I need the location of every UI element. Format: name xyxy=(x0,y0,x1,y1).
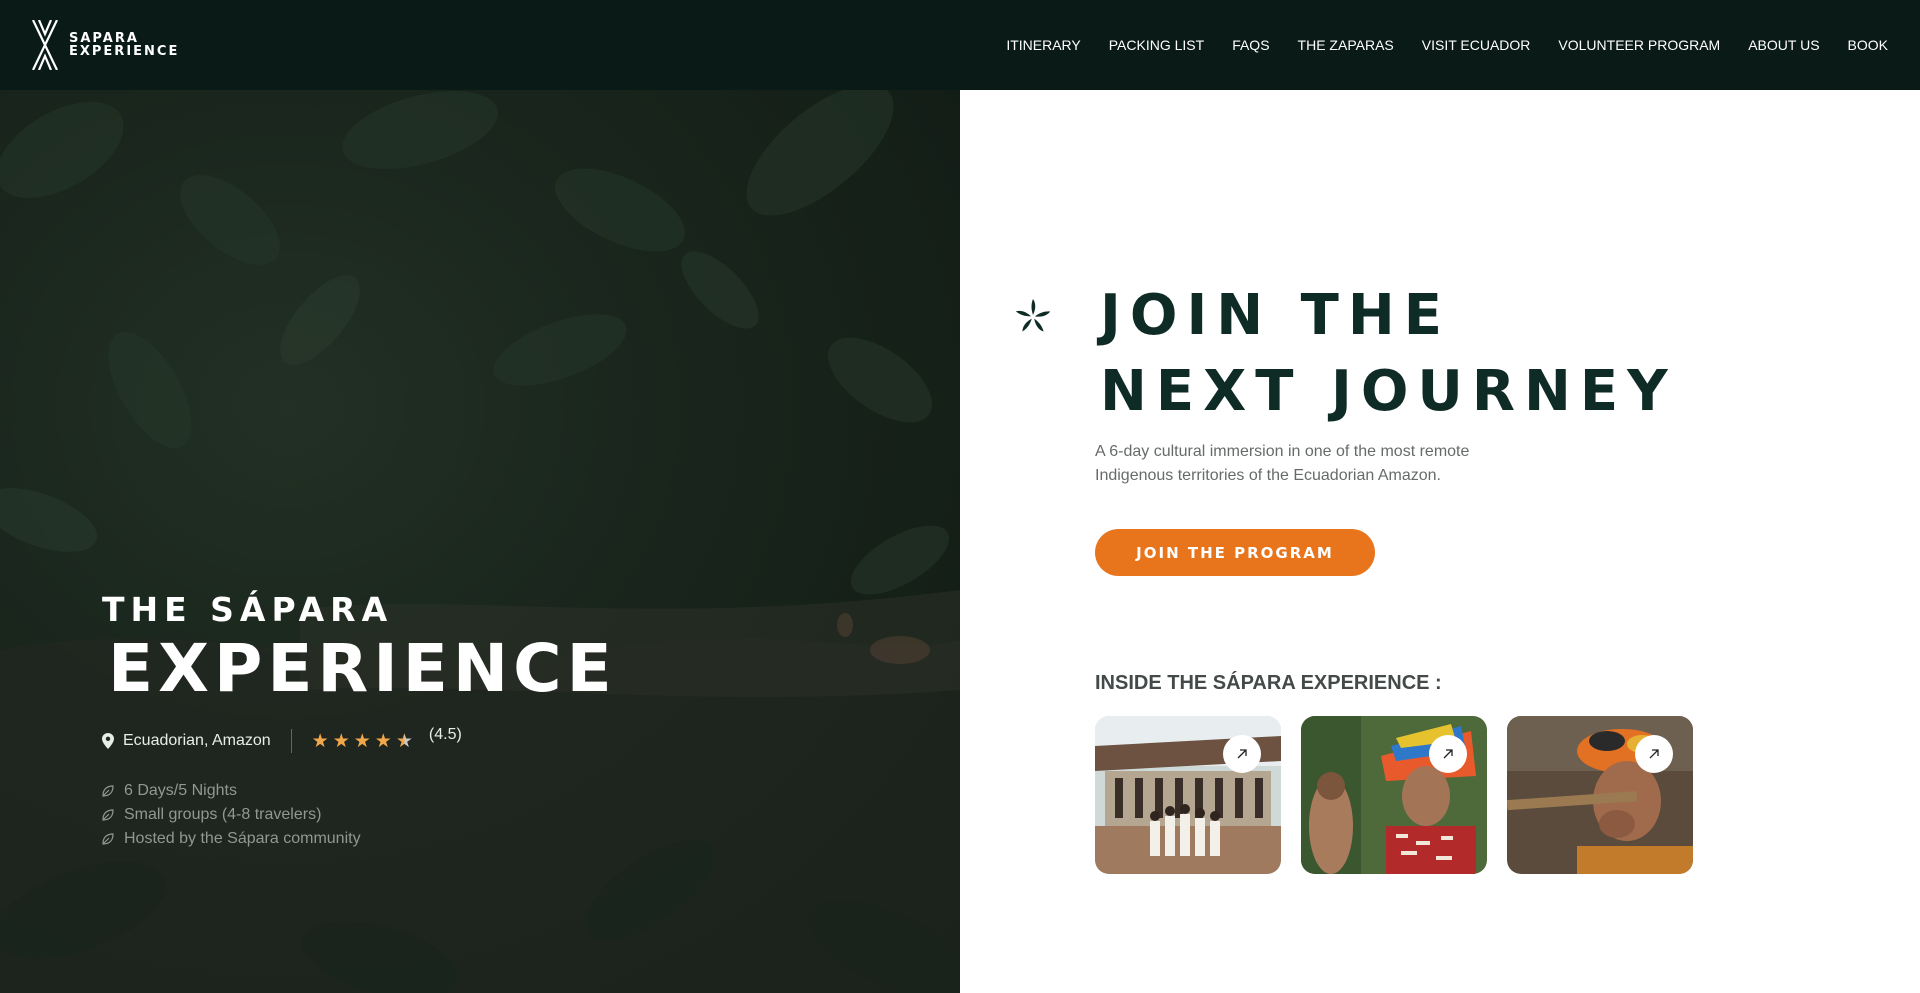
rating-stars: ★ ★ ★ ★ ★ xyxy=(311,729,413,752)
feature-item: Small groups (4-8 travelers) xyxy=(102,803,617,827)
nav-volunteer-program[interactable]: VOLUNTEER PROGRAM xyxy=(1558,37,1720,53)
nav-the-zaparas[interactable]: THE ZAPARAS xyxy=(1298,37,1394,53)
leaf-icon xyxy=(102,785,114,797)
nav-faqs[interactable]: FAQS xyxy=(1232,37,1269,53)
main-nav: ITINERARY PACKING LIST FAQS THE ZAPARAS … xyxy=(978,37,1888,53)
hero-meta: Ecuadorian, Amazon ★ ★ ★ ★ ★ (4.5) xyxy=(102,726,617,753)
thumbnail-gallery xyxy=(1095,716,1693,874)
star-icon: ★ xyxy=(311,729,329,752)
arrow-up-right-icon[interactable] xyxy=(1429,735,1467,773)
nav-about-us[interactable]: ABOUT US xyxy=(1748,37,1819,53)
join-title-line-2: NEXT JOURNEY xyxy=(1100,359,1677,424)
logo-wordmark: SAPARA EXPERIENCE xyxy=(69,32,179,58)
hero-title: EXPERIENCE xyxy=(108,630,617,707)
feature-text: Small groups (4-8 travelers) xyxy=(124,806,322,823)
star-icon: ★ xyxy=(374,729,392,752)
leaf-icon xyxy=(102,809,114,821)
join-title: JOIN THE NEXT JOURNEY xyxy=(1100,278,1677,430)
hero-section: THE SÁPARA EXPERIENCE Ecuadorian, Amazon… xyxy=(0,90,960,993)
half-star-icon: ★ xyxy=(395,729,413,752)
join-program-button[interactable]: JOIN THE PROGRAM xyxy=(1095,529,1375,576)
sparkle-icon xyxy=(1015,299,1051,332)
nav-visit-ecuador[interactable]: VISIT ECUADOR xyxy=(1422,37,1531,53)
elder-headdress-photo[interactable] xyxy=(1301,716,1487,874)
rating-value: (4.5) xyxy=(428,726,462,743)
location-pin-icon xyxy=(102,733,114,749)
nav-book[interactable]: BOOK xyxy=(1848,37,1888,53)
elder-flute-photo[interactable] xyxy=(1507,716,1693,874)
join-section: JOIN THE NEXT JOURNEY A 6-day cultural i… xyxy=(960,90,1920,993)
leaf-icon xyxy=(102,833,114,845)
community-photo[interactable] xyxy=(1095,716,1281,874)
arrow-up-right-icon[interactable] xyxy=(1223,735,1261,773)
brand-logo[interactable]: SAPARA EXPERIENCE xyxy=(31,20,179,70)
location-text: Ecuadorian, Amazon xyxy=(123,732,271,749)
feature-item: Hosted by the Sápara community xyxy=(102,827,617,851)
feature-item: 6 Days/5 Nights xyxy=(102,779,617,803)
hero-kicker: THE SÁPARA xyxy=(102,590,394,629)
hero-features: 6 Days/5 Nights Small groups (4-8 travel… xyxy=(102,779,617,851)
site-header: SAPARA EXPERIENCE ITINERARY PACKING LIST… xyxy=(0,0,1920,90)
nav-packing-list[interactable]: PACKING LIST xyxy=(1109,37,1204,53)
inside-label: INSIDE THE SÁPARA EXPERIENCE : xyxy=(1095,672,1442,694)
star-icon: ★ xyxy=(353,729,371,752)
logo-mark-icon xyxy=(32,20,58,70)
star-icon: ★ xyxy=(332,729,350,752)
join-description: A 6-day cultural immersion in one of the… xyxy=(1095,443,1470,484)
arrow-up-right-icon[interactable] xyxy=(1635,735,1673,773)
meta-divider xyxy=(290,729,292,753)
hero-jungle-background xyxy=(0,90,960,993)
logo-line-2: EXPERIENCE xyxy=(69,44,180,59)
feature-text: 6 Days/5 Nights xyxy=(124,782,237,799)
hero-content: THE SÁPARA EXPERIENCE Ecuadorian, Amazon… xyxy=(102,590,617,851)
nav-itinerary[interactable]: ITINERARY xyxy=(1006,37,1080,53)
feature-text: Hosted by the Sápara community xyxy=(124,830,361,847)
join-title-line-1: JOIN THE xyxy=(1100,283,1451,348)
